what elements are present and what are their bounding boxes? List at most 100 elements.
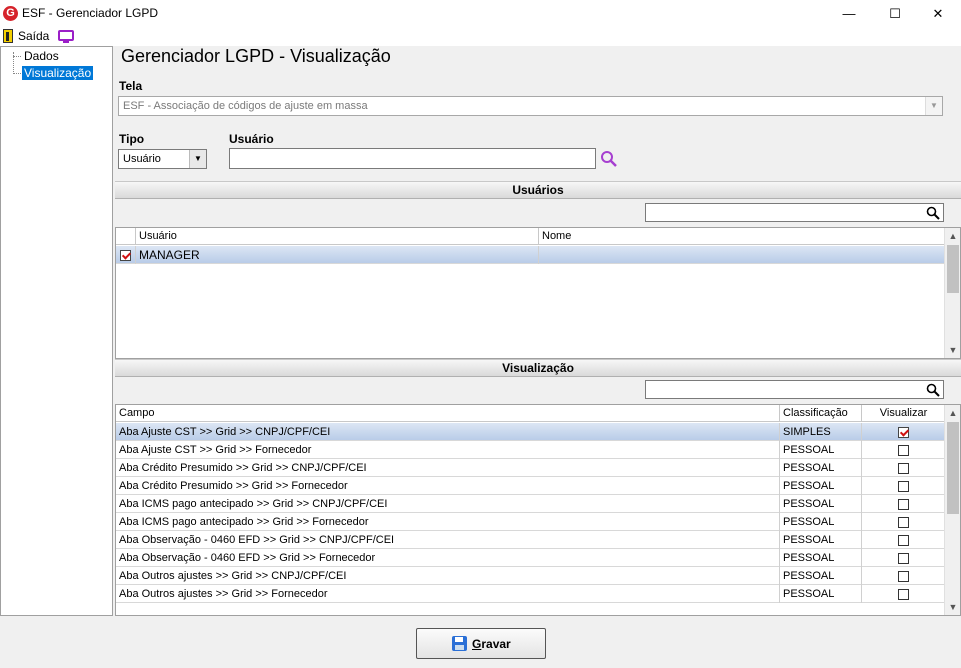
search-icon[interactable]	[926, 383, 940, 397]
visualizar-checkbox[interactable]	[898, 516, 909, 528]
maximize-button[interactable]: ☐	[872, 0, 918, 27]
table-row[interactable]: Aba Ajuste CST >> Grid >> CNPJ/CPF/CEI SI…	[116, 423, 945, 441]
visualizar-checkbox[interactable]	[898, 462, 909, 474]
usuario-cell: MANAGER	[136, 246, 539, 264]
visualizar-checkbox[interactable]	[898, 552, 909, 564]
column-header-visualizar[interactable]: Visualizar	[862, 405, 945, 422]
table-row[interactable]: Aba Observação - 0460 EFD >> Grid >> For…	[116, 549, 945, 567]
column-header-usuario[interactable]: Usuário	[136, 228, 539, 245]
table-row[interactable]: Aba ICMS pago antecipado >> Grid >> Forn…	[116, 513, 945, 531]
table-row[interactable]: Aba ICMS pago antecipado >> Grid >> CNPJ…	[116, 495, 945, 513]
scroll-down-icon[interactable]: ▼	[945, 599, 960, 615]
visualizar-cell[interactable]	[862, 531, 945, 549]
campo-cell: Aba Crédito Presumido >> Grid >> CNPJ/CP…	[116, 459, 780, 477]
scroll-up-icon[interactable]: ▲	[945, 228, 960, 244]
classificacao-cell: PESSOAL	[780, 459, 862, 477]
column-header-campo[interactable]: Campo	[116, 405, 780, 422]
classificacao-cell: PESSOAL	[780, 567, 862, 585]
title-bar: G ESF - Gerenciador LGPD — ☐ ✕	[0, 0, 961, 27]
tela-select-value: ESF - Associação de códigos de ajuste em…	[123, 100, 368, 112]
app-logo-icon: G	[3, 6, 18, 21]
visualizar-cell[interactable]	[862, 477, 945, 495]
campo-cell: Aba Ajuste CST >> Grid >> CNPJ/CPF/CEI	[116, 423, 780, 441]
visualizacao-grid-header: Campo Classificação Visualizar	[116, 405, 945, 422]
visualizar-checkbox[interactable]	[898, 534, 909, 546]
classificacao-cell: PESSOAL	[780, 477, 862, 495]
usuarios-grid-header: Usuário Nome	[116, 228, 945, 245]
visualizacao-scrollbar[interactable]: ▲ ▼	[944, 405, 960, 615]
visualizar-cell[interactable]	[862, 423, 945, 441]
campo-cell: Aba Ajuste CST >> Grid >> Fornecedor	[116, 441, 780, 459]
campo-cell: Aba Crédito Presumido >> Grid >> Fornece…	[116, 477, 780, 495]
tree-item-dados[interactable]: Dados	[22, 49, 61, 63]
row-checkbox-cell[interactable]	[116, 246, 136, 264]
column-header-select[interactable]	[116, 228, 136, 245]
table-row[interactable]: Aba Ajuste CST >> Grid >> Fornecedor PESS…	[116, 441, 945, 459]
classificacao-cell: PESSOAL	[780, 549, 862, 567]
classificacao-cell: PESSOAL	[780, 531, 862, 549]
menu-bar: Saída	[0, 27, 961, 46]
monitor-icon[interactable]	[58, 30, 74, 43]
campo-cell: Aba Outros ajustes >> Grid >> Fornecedor	[116, 585, 780, 603]
visualizar-checkbox[interactable]	[898, 426, 909, 438]
usuarios-scrollbar[interactable]: ▲ ▼	[944, 228, 960, 358]
row-checkbox[interactable]	[120, 249, 131, 261]
save-button[interactable]: Gravar	[416, 628, 546, 659]
visualizar-checkbox[interactable]	[898, 498, 909, 510]
visualizar-cell[interactable]	[862, 459, 945, 477]
tree-item-visualizacao[interactable]: Visualização	[22, 66, 94, 80]
campo-cell: Aba ICMS pago antecipado >> Grid >> Forn…	[116, 513, 780, 531]
exit-label: Saída	[18, 29, 50, 43]
visualizar-cell[interactable]	[862, 549, 945, 567]
column-header-classificacao[interactable]: Classificação	[780, 405, 862, 422]
visualizar-checkbox[interactable]	[898, 588, 909, 600]
scroll-thumb[interactable]	[947, 245, 959, 293]
classificacao-cell: SIMPLES	[780, 423, 862, 441]
table-row[interactable]: Aba Outros ajustes >> Grid >> CNPJ/CPF/C…	[116, 567, 945, 585]
visualizar-cell[interactable]	[862, 441, 945, 459]
visualizar-checkbox[interactable]	[898, 444, 909, 456]
table-row[interactable]: Aba Crédito Presumido >> Grid >> CNPJ/CP…	[116, 459, 945, 477]
minimize-button[interactable]: —	[826, 0, 872, 27]
search-icon[interactable]	[926, 206, 940, 220]
tree-connector	[13, 73, 21, 74]
campo-cell: Aba Observação - 0460 EFD >> Grid >> For…	[116, 549, 780, 567]
tree-connector	[13, 56, 21, 57]
visualizar-cell[interactable]	[862, 495, 945, 513]
search-icon[interactable]	[600, 150, 618, 168]
tipo-select-value: Usuário	[123, 153, 161, 165]
visualizar-checkbox[interactable]	[898, 570, 909, 582]
visualizar-cell[interactable]	[862, 513, 945, 531]
save-button-label: Gravar	[472, 637, 511, 651]
usuario-input[interactable]	[229, 148, 596, 169]
scroll-up-icon[interactable]: ▲	[945, 405, 960, 421]
close-button[interactable]: ✕	[915, 0, 961, 27]
tipo-select[interactable]: Usuário ▼	[118, 149, 207, 169]
classificacao-cell: PESSOAL	[780, 441, 862, 459]
floppy-disk-icon	[452, 636, 467, 651]
tela-select[interactable]: ESF - Associação de códigos de ajuste em…	[118, 96, 943, 116]
exit-button[interactable]: Saída	[0, 27, 50, 46]
table-row[interactable]: MANAGER	[116, 246, 945, 264]
campo-cell: Aba ICMS pago antecipado >> Grid >> CNPJ…	[116, 495, 780, 513]
table-row[interactable]: Aba Outros ajustes >> Grid >> Fornecedor…	[116, 585, 945, 603]
save-label-rest: ravar	[481, 637, 511, 651]
classificacao-cell: PESSOAL	[780, 513, 862, 531]
tipo-label: Tipo	[119, 132, 145, 146]
usuarios-filter-input[interactable]	[645, 203, 944, 222]
visualizar-cell[interactable]	[862, 567, 945, 585]
exit-door-icon	[3, 29, 13, 43]
usuarios-section-header: Usuários	[115, 181, 961, 199]
table-row[interactable]: Aba Observação - 0460 EFD >> Grid >> CNP…	[116, 531, 945, 549]
scroll-down-icon[interactable]: ▼	[945, 342, 960, 358]
nome-cell	[539, 246, 945, 264]
visualizacao-section-header: Visualização	[115, 359, 961, 377]
visualizacao-filter-input[interactable]	[645, 380, 944, 399]
scroll-thumb[interactable]	[947, 422, 959, 514]
table-row[interactable]: Aba Crédito Presumido >> Grid >> Fornece…	[116, 477, 945, 495]
column-header-nome[interactable]: Nome	[539, 228, 945, 245]
visualizar-cell[interactable]	[862, 585, 945, 603]
classificacao-cell: PESSOAL	[780, 585, 862, 603]
page-title: Gerenciador LGPD - Visualização	[121, 46, 391, 66]
visualizar-checkbox[interactable]	[898, 480, 909, 492]
